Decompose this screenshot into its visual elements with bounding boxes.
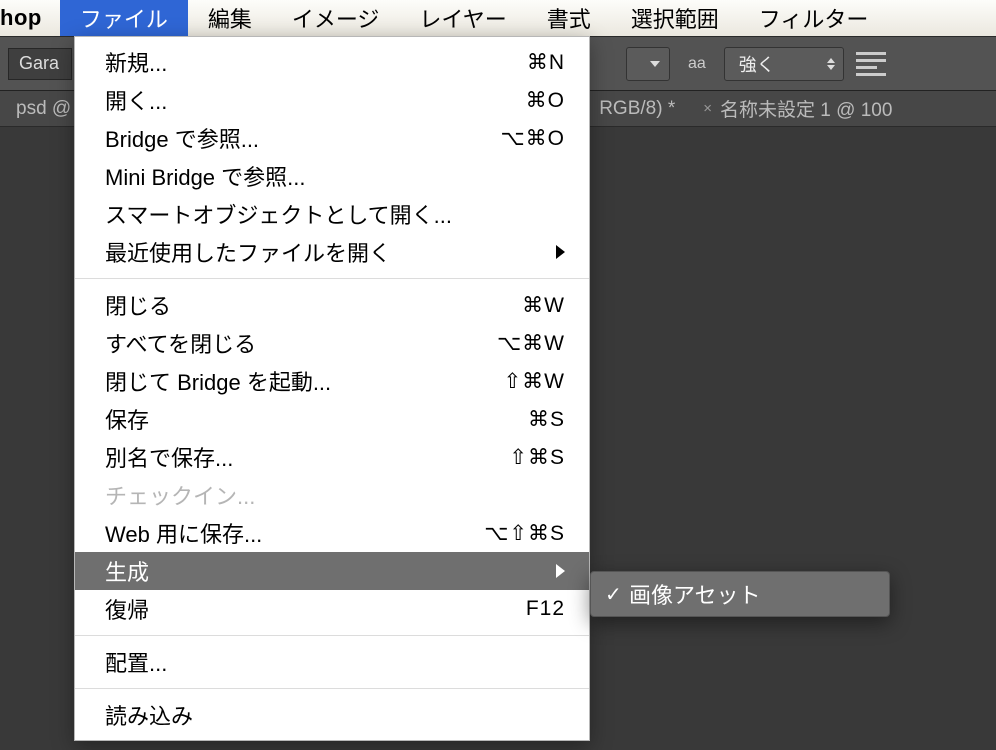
submenu-arrow-icon xyxy=(556,564,565,578)
close-icon[interactable]: × xyxy=(703,100,712,117)
menu-item-label: Mini Bridge で参照... xyxy=(105,160,455,192)
check-icon: ✓ xyxy=(605,582,629,607)
app-name-fragment: hop xyxy=(0,5,60,31)
menu-item[interactable]: スマートオブジェクトとして開く... xyxy=(75,195,589,233)
menu-item[interactable]: Web 用に保存...⌥⇧⌘S xyxy=(75,514,589,552)
menu-item-label: Web 用に保存... xyxy=(105,517,455,549)
generate-submenu: ✓画像アセット xyxy=(590,571,890,617)
menu-edit[interactable]: 編集 xyxy=(188,0,272,36)
menu-item-label: 復帰 xyxy=(105,593,455,625)
menu-type[interactable]: 書式 xyxy=(527,0,611,36)
menu-item-label: 生成 xyxy=(105,555,546,587)
menu-item[interactable]: Mini Bridge で参照... xyxy=(75,157,589,195)
menubar: hop ファイル 編集 イメージ レイヤー 書式 選択範囲 フィルター xyxy=(0,0,996,36)
file-menu: 新規...⌘N開く...⌘OBridge で参照...⌥⌘OMini Bridg… xyxy=(74,36,590,741)
menu-item-label: 配置... xyxy=(105,646,455,678)
menu-item-label: 読み込み xyxy=(105,699,455,731)
menu-item[interactable]: 配置... xyxy=(75,643,589,681)
menu-item-label: すべてを閉じる xyxy=(105,327,455,359)
menu-item[interactable]: 新規...⌘N xyxy=(75,43,589,81)
menu-item-label: Bridge で参照... xyxy=(105,122,455,154)
menu-item-label: 開く... xyxy=(105,84,455,116)
antialias-label: aa xyxy=(682,55,712,73)
menu-item[interactable]: 開く...⌘O xyxy=(75,81,589,119)
document-tab-1-suffix: RGB/8) * xyxy=(585,91,689,127)
menu-separator xyxy=(75,635,589,636)
menu-item-label: 閉じて Bridge を起動... xyxy=(105,365,455,397)
menu-item-shortcut: ⌥⌘O xyxy=(455,126,565,151)
document-tab-1[interactable]: psd @ xyxy=(2,91,85,127)
document-tab-2[interactable]: × 名称未設定 1 @ 100 xyxy=(689,91,906,127)
menu-item-shortcut: ⌘W xyxy=(455,293,565,318)
menu-item-shortcut: ⌥⇧⌘S xyxy=(455,521,565,546)
submenu-item-label: 画像アセット xyxy=(629,578,761,610)
menu-file[interactable]: ファイル xyxy=(60,0,188,36)
submenu-arrow-icon xyxy=(556,245,565,259)
menu-item[interactable]: 閉じて Bridge を起動...⇧⌘W xyxy=(75,362,589,400)
menu-item[interactable]: Bridge で参照...⌥⌘O xyxy=(75,119,589,157)
menu-filter[interactable]: フィルター xyxy=(739,0,889,36)
menu-item-label: 最近使用したファイルを開く xyxy=(105,236,546,268)
menu-item-shortcut: ⌥⌘W xyxy=(455,331,565,356)
menu-item-label: 閉じる xyxy=(105,289,455,321)
menu-item[interactable]: 読み込み xyxy=(75,696,589,734)
menu-item-label: 保存 xyxy=(105,403,455,435)
menu-item[interactable]: 保存⌘S xyxy=(75,400,589,438)
menu-item-shortcut: ⌘O xyxy=(455,88,565,113)
tab-2-label: 名称未設定 1 @ 100 xyxy=(720,95,892,122)
menu-item[interactable]: 最近使用したファイルを開く xyxy=(75,233,589,271)
antialias-value: 強く xyxy=(739,51,775,77)
menu-item-label: チェックイン... xyxy=(105,479,455,511)
menu-image[interactable]: イメージ xyxy=(272,0,400,36)
menu-separator xyxy=(75,278,589,279)
menu-item-label: 新規... xyxy=(105,46,455,78)
antialias-dropdown[interactable]: 強く xyxy=(724,47,844,81)
align-left-icon[interactable] xyxy=(856,52,886,76)
menu-layer[interactable]: レイヤー xyxy=(399,0,526,36)
menu-item-shortcut: F12 xyxy=(455,597,565,621)
menu-item-label: 別名で保存... xyxy=(105,441,455,473)
submenu-item[interactable]: ✓画像アセット xyxy=(591,576,889,612)
menu-item[interactable]: すべてを閉じる⌥⌘W xyxy=(75,324,589,362)
menu-item[interactable]: 閉じる⌘W xyxy=(75,286,589,324)
menu-item[interactable]: 復帰F12 xyxy=(75,590,589,628)
tab-1-prefix: psd @ xyxy=(16,98,71,120)
menu-item[interactable]: 生成 xyxy=(75,552,589,590)
menu-select[interactable]: 選択範囲 xyxy=(611,0,739,36)
menu-item-label: スマートオブジェクトとして開く... xyxy=(105,198,455,230)
menu-item-shortcut: ⌘N xyxy=(455,50,565,75)
menu-item[interactable]: 別名で保存...⇧⌘S xyxy=(75,438,589,476)
font-family-field[interactable]: Gara xyxy=(8,48,72,80)
menu-separator xyxy=(75,688,589,689)
menu-item-shortcut: ⇧⌘S xyxy=(455,445,565,470)
menu-item-shortcut: ⇧⌘W xyxy=(455,369,565,394)
menu-item: チェックイン... xyxy=(75,476,589,514)
font-size-dropdown[interactable] xyxy=(626,47,670,81)
menu-item-shortcut: ⌘S xyxy=(455,407,565,432)
